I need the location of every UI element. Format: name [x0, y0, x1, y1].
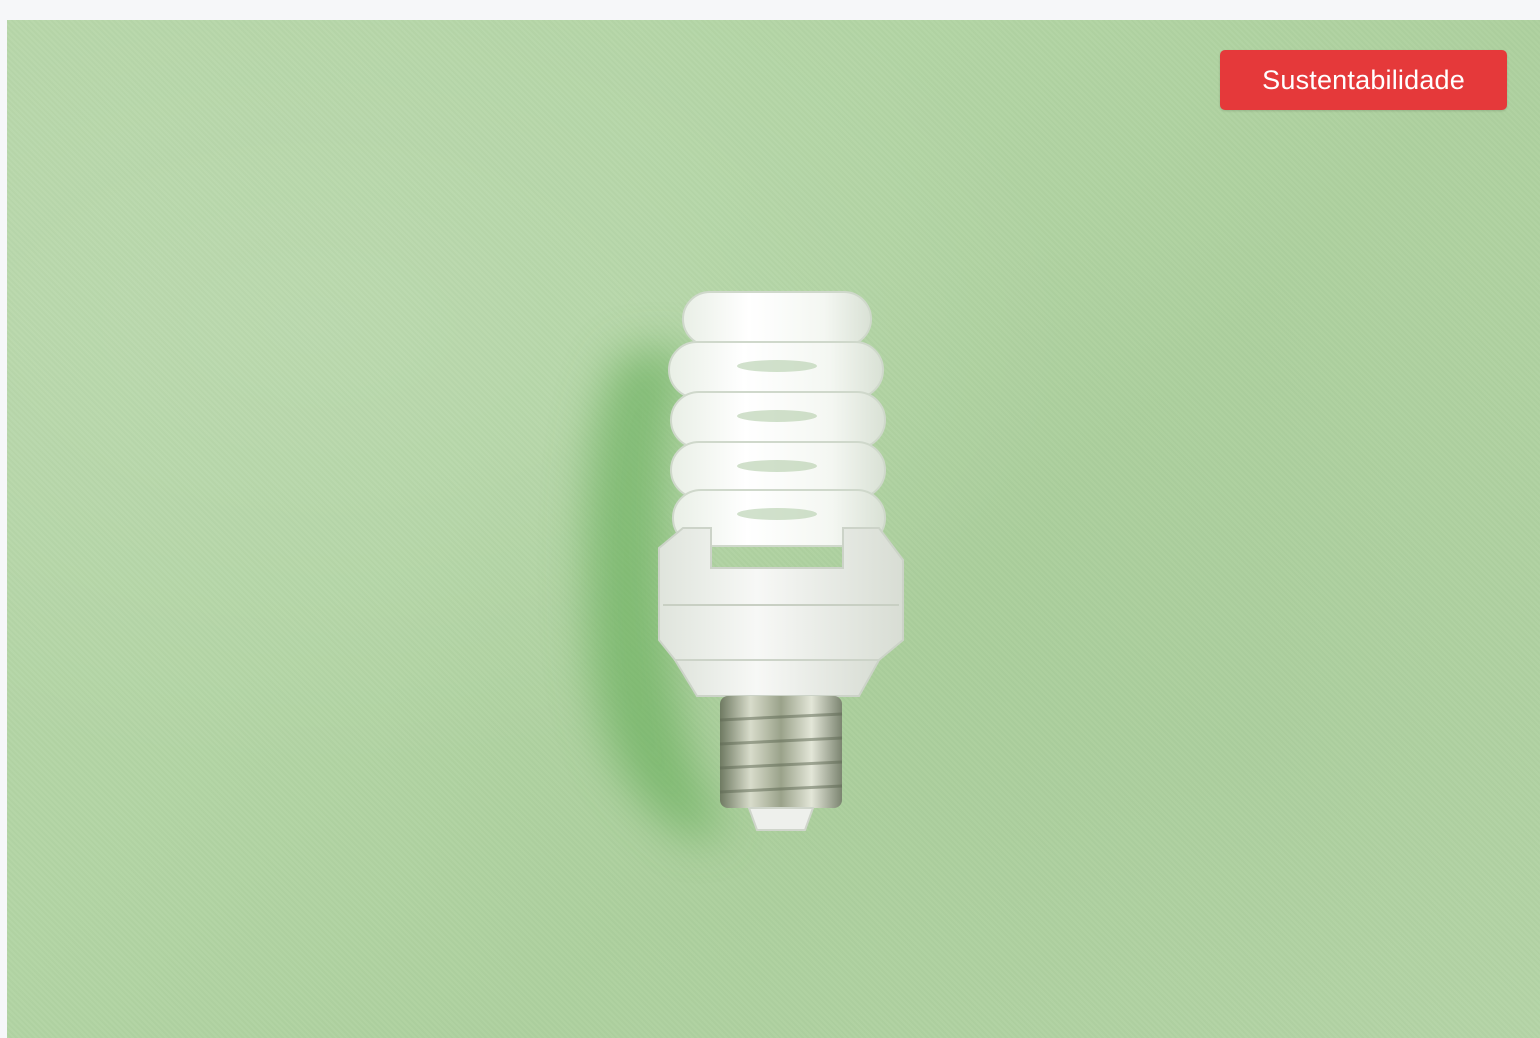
cfl-bulb-icon: [585, 291, 904, 840]
article-card: Sustentabilidade: [0, 0, 1540, 1038]
article-image[interactable]: Sustentabilidade: [7, 20, 1540, 1038]
category-badge[interactable]: Sustentabilidade: [1220, 50, 1507, 110]
